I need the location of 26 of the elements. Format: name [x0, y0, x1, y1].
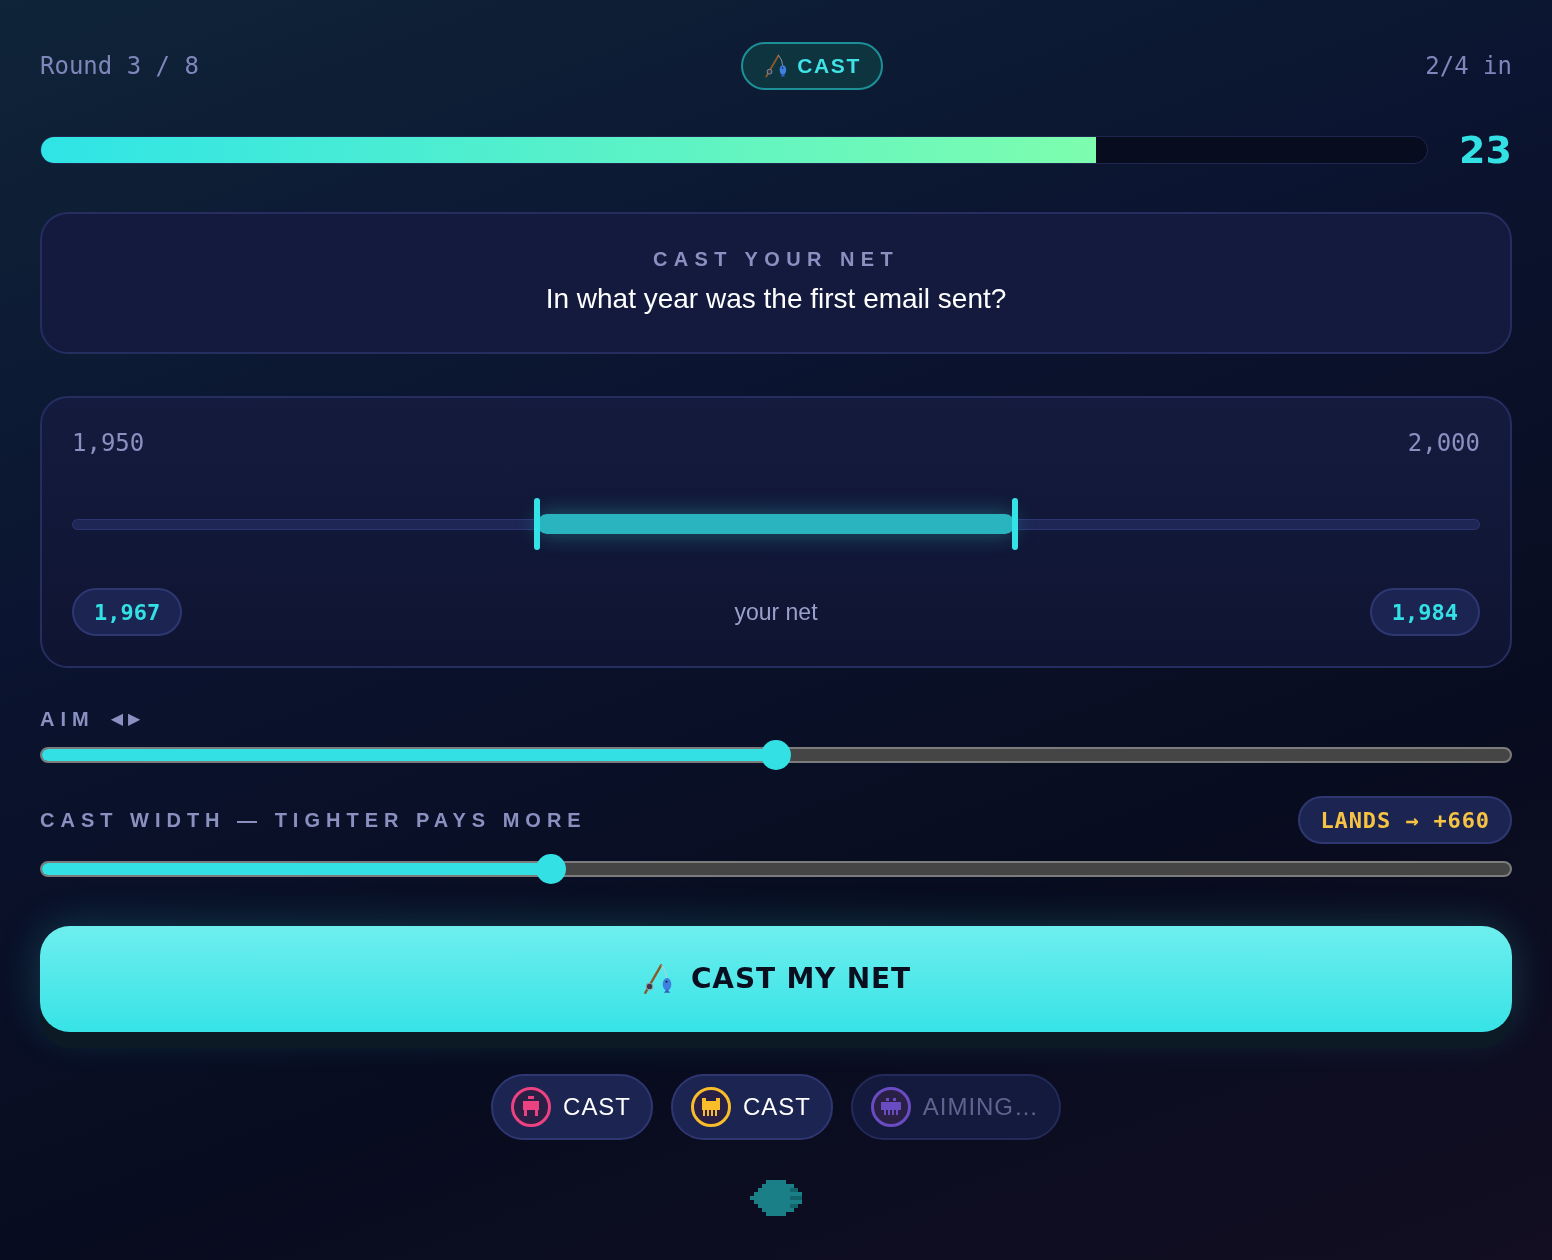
player-status: CAST: [742, 1092, 811, 1122]
width-slider[interactable]: [40, 854, 1512, 884]
mode-label: CAST: [797, 53, 862, 80]
net-handle[interactable]: [533, 498, 540, 550]
pixel-fish-icon: [750, 1178, 802, 1218]
aim-label: AIM: [40, 707, 95, 732]
question-label: CAST YOUR NET: [652, 247, 900, 272]
range-min: 1,950: [72, 428, 145, 459]
payout-badge: LANDS → +660: [1298, 796, 1512, 844]
aim-slider[interactable]: [40, 740, 1512, 770]
timer-seconds: 23: [1458, 131, 1512, 169]
player-status: AIMING…: [922, 1092, 1039, 1122]
range-track[interactable]: [72, 498, 1480, 550]
net-start-value: 1,967: [72, 588, 183, 636]
net-handle[interactable]: [1012, 498, 1019, 550]
players-in-count: 2/4 in: [1425, 51, 1512, 82]
net-end-value: 1,984: [1369, 588, 1480, 636]
round-counter: Round 3 / 8: [40, 51, 199, 82]
player-status: CAST: [563, 1092, 631, 1122]
width-label: CAST WIDTH — TIGHTER PAYS MORE: [40, 808, 587, 833]
aim-arrows: ◀ ▶: [110, 708, 141, 730]
slider-thumb[interactable]: [536, 854, 567, 884]
range-max: 2,000: [1407, 428, 1480, 459]
question-text: In what year was the first email sent?: [545, 282, 1007, 316]
slider-thumb[interactable]: [761, 740, 791, 770]
net-caption: your net: [734, 597, 818, 627]
